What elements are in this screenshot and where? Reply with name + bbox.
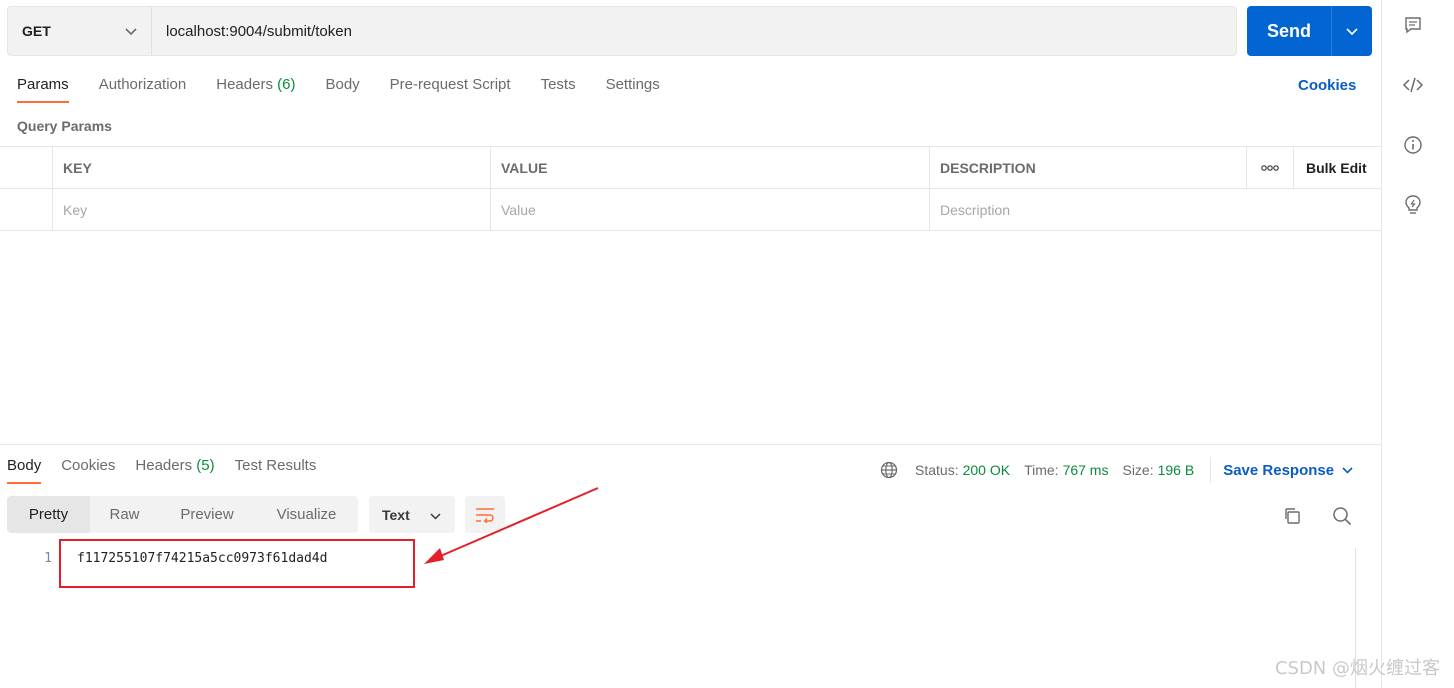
- format-select[interactable]: Text: [369, 496, 455, 533]
- size-value[interactable]: 196 B: [1158, 462, 1195, 478]
- tab-label: Headers: [135, 457, 193, 474]
- description-column-header: DESCRIPTION: [930, 147, 1247, 188]
- table-header-row: KEY VALUE DESCRIPTION Bulk Edit: [0, 147, 1381, 189]
- send-button-group: Send: [1247, 6, 1372, 56]
- tab-label: Test Results: [234, 457, 317, 474]
- meta-divider: [1210, 457, 1212, 483]
- watermark: CSDN @烟火缠过客: [1274, 658, 1440, 679]
- response-divider[interactable]: [0, 444, 1381, 445]
- key-column-header: KEY: [53, 147, 491, 188]
- bulk-edit-button[interactable]: Bulk Edit: [1294, 147, 1381, 188]
- format-label: Text: [382, 506, 410, 523]
- annotation-highlight-box: [59, 539, 415, 588]
- cookies-link[interactable]: Cookies: [1298, 77, 1356, 94]
- status-value[interactable]: 200 OK: [963, 462, 1010, 478]
- chevron-down-icon: [1346, 23, 1358, 39]
- url-text: localhost:9004/submit/token: [166, 22, 352, 40]
- request-bar: GET localhost:9004/submit/token: [7, 6, 1237, 56]
- response-tab-test-results[interactable]: Test Results: [235, 457, 317, 484]
- view-visualize-button[interactable]: Visualize: [255, 496, 358, 533]
- value-input[interactable]: Value: [491, 189, 930, 230]
- tab-tests[interactable]: Tests: [541, 76, 576, 103]
- response-meta: Status: 200 OK Time: 767 ms Size: 196 B …: [879, 457, 1353, 483]
- code-icon[interactable]: [1402, 74, 1424, 96]
- view-preview-button[interactable]: Preview: [159, 496, 255, 533]
- value-column-header: VALUE: [491, 147, 930, 188]
- tab-label: Params: [17, 76, 69, 93]
- save-response-label: Save Response: [1223, 461, 1335, 479]
- tab-label: Body: [7, 457, 42, 474]
- params-table: KEY VALUE DESCRIPTION Bulk Edit Key Valu…: [0, 146, 1381, 231]
- view-raw-button[interactable]: Raw: [90, 496, 159, 533]
- more-options-button[interactable]: [1247, 147, 1294, 188]
- chevron-down-icon: [1342, 466, 1353, 474]
- query-params-title: Query Params: [17, 118, 112, 134]
- more-icon: [1261, 164, 1279, 171]
- search-icon[interactable]: [1331, 505, 1353, 527]
- right-sidebar: [1381, 0, 1454, 688]
- chevron-down-icon: [125, 23, 137, 39]
- chevron-down-icon: [430, 507, 441, 523]
- checkbox-column-header: [0, 147, 53, 188]
- tab-label: Cookies: [61, 457, 116, 474]
- tab-authorization[interactable]: Authorization: [99, 76, 187, 103]
- wrap-lines-icon: [476, 507, 494, 523]
- time-label: Time:: [1024, 462, 1059, 478]
- tab-label: Headers: [216, 76, 273, 93]
- tab-label: Pre-request Script: [389, 76, 511, 93]
- row-checkbox-cell: [0, 189, 53, 230]
- method-select[interactable]: GET: [8, 7, 152, 55]
- tab-body[interactable]: Body: [325, 76, 359, 103]
- description-input[interactable]: Description: [930, 189, 1247, 230]
- globe-icon[interactable]: [879, 460, 899, 480]
- send-label: Send: [1266, 20, 1311, 41]
- time-value[interactable]: 767 ms: [1063, 462, 1109, 478]
- request-tabs: Params Authorization Headers (6) Body Pr…: [17, 76, 690, 103]
- tab-label: Authorization: [98, 76, 187, 93]
- tab-label: Settings: [605, 76, 660, 93]
- send-button[interactable]: Send: [1247, 6, 1332, 56]
- view-pretty-button[interactable]: Pretty: [7, 496, 90, 533]
- tab-pre-request-script[interactable]: Pre-request Script: [390, 76, 511, 103]
- response-tab-cookies[interactable]: Cookies: [61, 457, 115, 484]
- response-tab-body[interactable]: Body: [7, 457, 42, 484]
- lightbulb-icon[interactable]: [1402, 194, 1424, 216]
- tab-params[interactable]: Params: [17, 76, 69, 103]
- status-label: Status:: [915, 462, 959, 478]
- url-input[interactable]: localhost:9004/submit/token: [152, 7, 1236, 55]
- info-icon[interactable]: [1402, 134, 1424, 156]
- response-tab-headers[interactable]: Headers (5): [135, 457, 214, 484]
- comments-icon[interactable]: [1402, 14, 1424, 36]
- tab-count: (5): [196, 457, 215, 474]
- table-row: Key Value Description: [0, 189, 1381, 231]
- method-label: GET: [22, 23, 51, 39]
- send-options-button[interactable]: [1332, 6, 1372, 56]
- tab-headers[interactable]: Headers (6): [216, 76, 295, 103]
- tab-count: (6): [277, 76, 296, 93]
- key-input[interactable]: Key: [53, 189, 491, 230]
- copy-icon[interactable]: [1281, 505, 1303, 527]
- line-number: 1: [44, 551, 52, 566]
- view-mode-group: Pretty Raw Preview Visualize: [7, 496, 358, 533]
- response-tabs: Body Cookies Headers (5) Test Results: [7, 457, 336, 484]
- save-response-button[interactable]: Save Response: [1223, 462, 1353, 479]
- tab-label: Tests: [540, 76, 576, 93]
- tab-label: Body: [325, 76, 360, 93]
- size-label: Size:: [1122, 462, 1154, 478]
- wrap-lines-button[interactable]: [465, 496, 505, 533]
- tab-settings[interactable]: Settings: [606, 76, 660, 103]
